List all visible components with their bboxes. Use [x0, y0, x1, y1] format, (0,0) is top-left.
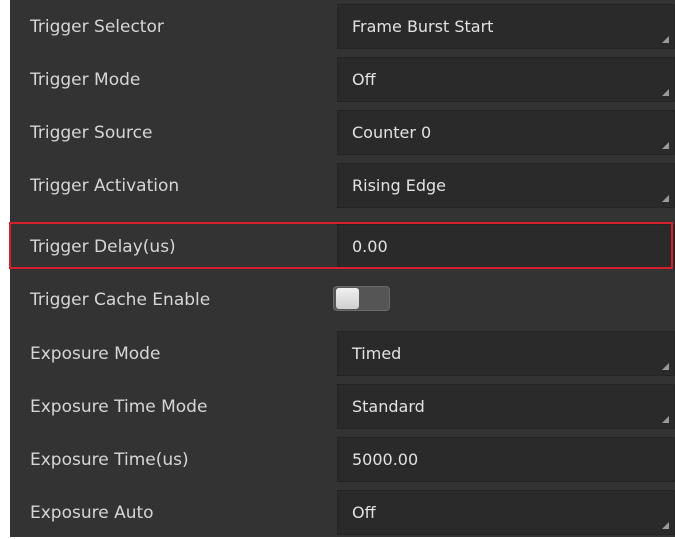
param-row-trigger-selector: Trigger Selector Frame Burst Start [10, 0, 675, 53]
param-label: Trigger Source [30, 122, 153, 143]
camera-parameter-panel: Trigger Selector Frame Burst Start Trigg… [10, 0, 675, 537]
param-row-trigger-source: Trigger Source Counter 0 [10, 106, 675, 159]
param-row-trigger-mode: Trigger Mode Off [10, 53, 675, 106]
exposure-auto-dropdown[interactable]: Off [337, 490, 675, 535]
param-label: Exposure Time(us) [30, 449, 189, 470]
param-row-exposure-time-mode: Exposure Time Mode Standard [10, 380, 675, 433]
trigger-selector-dropdown[interactable]: Frame Burst Start [337, 4, 675, 49]
param-label: Trigger Selector [30, 16, 164, 37]
trigger-source-dropdown[interactable]: Counter 0 [337, 110, 675, 155]
param-label: Exposure Mode [30, 343, 161, 364]
toggle-knob [336, 288, 359, 309]
trigger-delay-input[interactable]: 0.00 [337, 224, 675, 269]
param-row-trigger-activation: Trigger Activation Rising Edge [10, 159, 675, 212]
trigger-cache-enable-toggle[interactable] [333, 286, 390, 311]
trigger-mode-dropdown[interactable]: Off [337, 57, 675, 102]
param-label: Trigger Delay(us) [30, 236, 176, 257]
param-label: Trigger Activation [30, 175, 180, 196]
param-label: Trigger Cache Enable [30, 289, 211, 310]
exposure-time-mode-dropdown[interactable]: Standard [337, 384, 675, 429]
param-row-exposure-mode: Exposure Mode Timed [10, 327, 675, 380]
param-row-trigger-delay: Trigger Delay(us) 0.00 [10, 220, 675, 273]
param-row-exposure-auto: Exposure Auto Off [10, 486, 675, 539]
trigger-activation-dropdown[interactable]: Rising Edge [337, 163, 675, 208]
param-label: Trigger Mode [30, 69, 141, 90]
param-label: Exposure Time Mode [30, 396, 208, 417]
param-label: Exposure Auto [30, 502, 154, 523]
param-row-exposure-time: Exposure Time(us) 5000.00 [10, 433, 675, 486]
exposure-time-input[interactable]: 5000.00 [337, 437, 675, 482]
exposure-mode-dropdown[interactable]: Timed [337, 331, 675, 376]
